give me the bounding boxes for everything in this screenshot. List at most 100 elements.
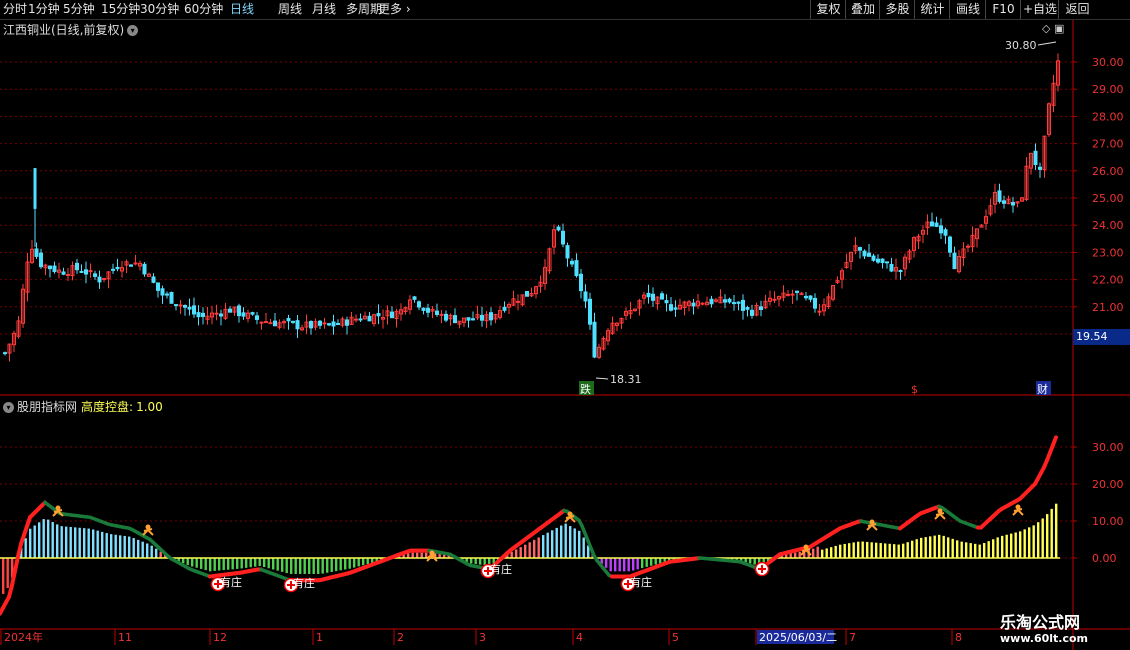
indicator-bar: [1055, 503, 1058, 558]
price-axis-label: 23.00: [1092, 246, 1124, 259]
indicator-title[interactable]: ▾ 股朋指标网 高度控盘: 1.00: [3, 398, 163, 415]
indicator-bar: [830, 547, 833, 558]
panel-toggle-icon[interactable]: ▣: [1054, 22, 1064, 35]
candle-body: [97, 276, 102, 283]
diamond-icon[interactable]: ◇: [1042, 22, 1050, 35]
indicator-bar: [605, 558, 608, 568]
candle-body: [565, 245, 570, 259]
indicator-bar: [623, 558, 626, 572]
candle-body: [115, 266, 120, 270]
indicator-bar: [78, 527, 81, 558]
candle-body: [871, 255, 876, 261]
candle-body: [862, 250, 867, 257]
candle-body: [48, 265, 52, 270]
indicator-bar: [285, 558, 288, 574]
candle-body: [66, 273, 70, 276]
indicator-bar: [537, 537, 540, 558]
indicator-bar: [420, 552, 423, 558]
runner-icon-body: [142, 528, 154, 536]
indicator-bar: [222, 558, 225, 571]
zhuang-label: 有庄: [293, 576, 315, 590]
candle-body: [741, 299, 745, 311]
indicator-bar: [33, 525, 36, 558]
indicator-bar: [749, 558, 752, 564]
indicator-bar: [866, 541, 869, 558]
candle-body: [318, 320, 322, 326]
indicator-bar: [870, 542, 873, 558]
candle-body: [367, 315, 372, 322]
candle-body: [592, 321, 597, 358]
candle-body: [723, 299, 727, 303]
candle-body: [516, 300, 520, 303]
candle-body: [939, 225, 943, 234]
indicator-bar: [929, 536, 932, 558]
indicator-bar: [911, 540, 914, 558]
candle-body: [196, 312, 201, 318]
indicator-bar: [132, 538, 135, 558]
candle-body: [997, 190, 1002, 202]
candle-body: [889, 263, 894, 272]
chevron-down-icon[interactable]: ▾: [127, 25, 139, 36]
indicator-bar: [1032, 525, 1035, 558]
candle-body: [165, 293, 169, 296]
candle-body: [691, 302, 696, 307]
price-axis-label: 28.00: [1092, 110, 1124, 123]
watermark-title: 乐淘公式网: [1000, 613, 1081, 632]
indicator-bar: [906, 542, 909, 558]
indicator-bar: [317, 558, 320, 574]
candle-body: [75, 262, 79, 271]
indicator-bar: [105, 533, 108, 558]
indicator-bar: [353, 558, 356, 568]
indicator-bar: [834, 545, 837, 558]
indicator-bar: [915, 539, 918, 558]
candle-body: [867, 252, 871, 257]
indicator-bar: [1037, 522, 1040, 558]
candle-body: [237, 305, 241, 317]
indicator-bar: [569, 526, 572, 558]
zhuang-label: 有庄: [490, 562, 512, 576]
indicator-bar: [240, 558, 243, 569]
indicator-bar: [951, 538, 954, 558]
indicator-bar: [330, 558, 333, 572]
indicator-bar: [159, 551, 162, 558]
indicator-bar: [533, 539, 536, 558]
indicator-bar: [542, 535, 545, 558]
indicator-bar: [821, 549, 824, 558]
price-axis-label: 27.00: [1092, 138, 1124, 151]
indicator-bar: [816, 546, 819, 558]
indicator-bar: [1041, 518, 1044, 558]
indicator-bar: [92, 529, 95, 558]
candle-body: [660, 293, 664, 300]
candle-body: [583, 291, 588, 302]
indicator-bar: [155, 548, 158, 558]
indicator-bar: [794, 552, 797, 558]
candle-body: [817, 310, 822, 313]
candle-body: [295, 320, 300, 330]
indicator-axis-label: 0.00: [1092, 552, 1117, 565]
candle-body: [898, 270, 903, 273]
candle-body: [556, 226, 561, 231]
indicator-bar: [645, 558, 648, 567]
indicator-bar: [83, 528, 86, 558]
indicator-bar: [528, 542, 531, 558]
indicator-bar: [1014, 532, 1017, 558]
candle-body: [709, 298, 714, 305]
indicator-bar: [659, 558, 662, 564]
candle-body: [426, 307, 430, 313]
indicator-bar: [519, 547, 522, 558]
candle-body: [309, 320, 313, 329]
indicator-bar: [627, 558, 630, 572]
candle-body: [102, 277, 106, 280]
candle-body: [322, 322, 327, 325]
candle-body: [201, 312, 205, 317]
price-axis-label: 30.00: [1092, 56, 1124, 69]
indicator-bar: [524, 544, 527, 558]
stock-title[interactable]: 江西铜业(日线,前复权) ▾: [3, 21, 139, 38]
indicator-bar: [182, 558, 185, 564]
chevron-down-icon[interactable]: ▾: [3, 402, 14, 413]
indicator-bar: [798, 551, 801, 558]
indicator-bar: [479, 558, 482, 565]
indicator-bar: [335, 558, 338, 572]
indicator-bar: [416, 552, 419, 558]
indicator-bar: [470, 558, 473, 564]
